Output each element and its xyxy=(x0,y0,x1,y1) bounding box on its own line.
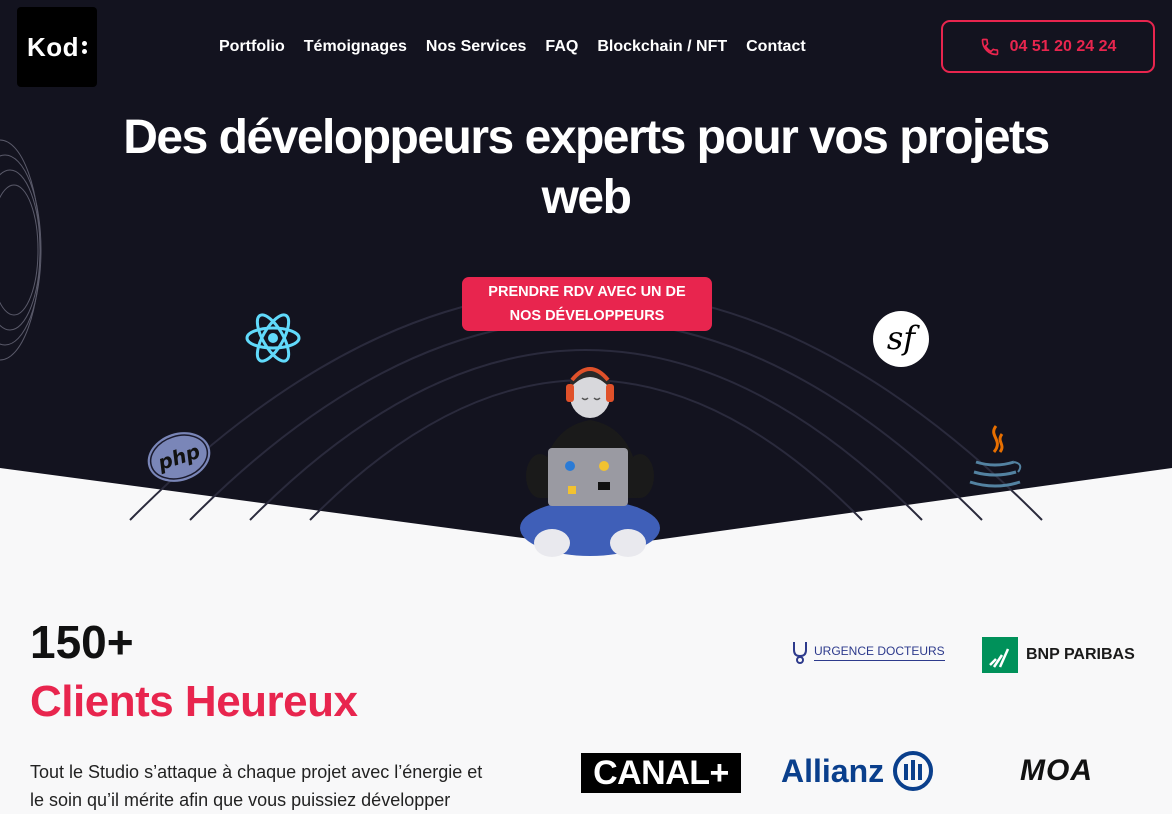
stethoscope-icon xyxy=(793,642,807,664)
client-logo-canal-plus: CANAL+ xyxy=(581,753,741,793)
symfony-icon: sf xyxy=(873,311,929,367)
hero-title: Des développeurs experts pour vos projet… xyxy=(40,108,1132,228)
client-logo-allianz: Allianz xyxy=(781,750,934,792)
nav-temoignages[interactable]: Témoignages xyxy=(304,36,407,58)
clients-count: 150+ xyxy=(30,616,134,668)
description-line2: le soin qu’il mérite afin que vous puiss… xyxy=(30,790,451,810)
developer-illustration xyxy=(520,367,660,557)
urgence-docteurs-text: URGENCE DOCTEURS xyxy=(814,644,945,661)
kodi-logo[interactable]: Kod xyxy=(17,7,97,87)
php-icon: php xyxy=(147,432,211,482)
nav-faq[interactable]: FAQ xyxy=(545,36,578,58)
java-icon xyxy=(969,425,1022,488)
nav-portfolio[interactable]: Portfolio xyxy=(219,36,285,58)
cta-line1: PRENDRE RDV AVEC UN DE xyxy=(488,284,686,300)
cta-line2: NOS DÉVELOPPEURS xyxy=(509,308,665,324)
logo-dots-icon xyxy=(82,40,88,54)
book-developer-button[interactable]: PRENDRE RDV AVEC UN DE NOS DÉVELOPPEURS xyxy=(462,277,712,331)
phone-icon xyxy=(981,38,998,55)
phone-number: 04 51 20 24 24 xyxy=(1009,37,1117,55)
allianz-text: Allianz xyxy=(781,752,885,789)
description-line1: Tout le Studio s’attaque à chaque projet… xyxy=(30,762,483,782)
client-logo-urgence-docteurs: URGENCE DOCTEURS xyxy=(790,640,945,664)
client-logo-moa: MOA xyxy=(1020,754,1093,788)
studio-description: Tout le Studio s’attaque à chaque projet… xyxy=(30,758,550,814)
hero-title-line2: web xyxy=(541,171,632,224)
main-nav: Portfolio Témoignages Nos Services FAQ B… xyxy=(219,36,825,58)
bnp-stars-icon xyxy=(982,637,1018,673)
nav-blockchain[interactable]: Blockchain / NFT xyxy=(597,36,727,58)
moa-text: MOA xyxy=(1020,754,1093,787)
hero-section: Kod Portfolio Témoignages Nos Services F… xyxy=(0,0,1172,580)
nav-contact[interactable]: Contact xyxy=(746,36,806,58)
hero-title-line1: Des développeurs experts pour vos projet… xyxy=(123,111,1050,164)
canal-plus-text: CANAL+ xyxy=(593,753,729,792)
clients-label: Clients Heureux xyxy=(30,677,358,726)
bnp-paribas-text: BNP PARIBAS xyxy=(1026,646,1135,663)
phone-button[interactable]: 04 51 20 24 24 xyxy=(941,20,1155,73)
nav-services[interactable]: Nos Services xyxy=(426,36,527,58)
logo-text: Kod xyxy=(26,31,80,62)
client-logo-bnp-paribas: BNP PARIBAS xyxy=(982,637,1135,673)
react-icon xyxy=(245,313,301,363)
allianz-emblem-icon xyxy=(893,751,934,791)
